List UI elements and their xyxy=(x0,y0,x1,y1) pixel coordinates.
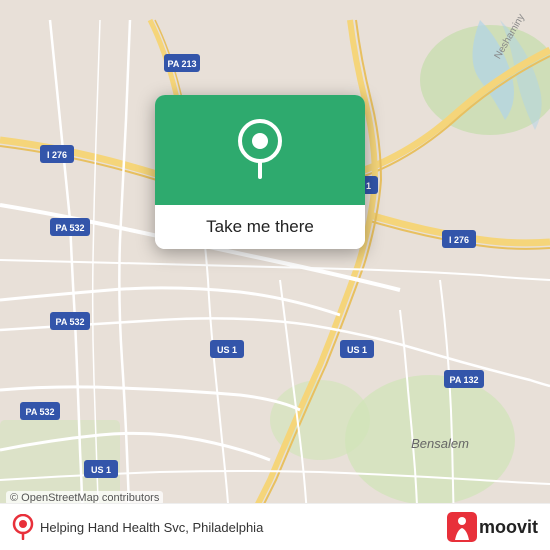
moovit-text: moovit xyxy=(479,517,538,538)
svg-text:I 276: I 276 xyxy=(47,150,67,160)
svg-text:PA 213: PA 213 xyxy=(167,59,196,69)
svg-text:PA 532: PA 532 xyxy=(55,223,84,233)
bottom-pin-icon xyxy=(12,514,34,540)
bottom-bar: Helping Hand Health Svc, Philadelphia mo… xyxy=(0,503,550,550)
svg-text:US 1: US 1 xyxy=(91,465,111,475)
location-name: Helping Hand Health Svc, Philadelphia xyxy=(40,520,263,535)
moovit-logo: moovit xyxy=(447,512,538,542)
svg-text:Bensalem: Bensalem xyxy=(411,436,469,451)
map-container: I 276 PA 213 PA 532 PA 532 PA 532 US 1 U… xyxy=(0,0,550,550)
popup-card: Take me there xyxy=(155,95,365,249)
map-background: I 276 PA 213 PA 532 PA 532 PA 532 US 1 U… xyxy=(0,0,550,550)
moovit-icon xyxy=(447,512,477,542)
svg-text:PA 532: PA 532 xyxy=(25,407,54,417)
svg-text:PA 532: PA 532 xyxy=(55,317,84,327)
popup-header xyxy=(155,95,365,205)
take-me-there-button[interactable]: Take me there xyxy=(155,205,365,249)
svg-text:US 1: US 1 xyxy=(217,345,237,355)
svg-text:PA 132: PA 132 xyxy=(449,375,478,385)
svg-text:I 276: I 276 xyxy=(449,235,469,245)
svg-text:US 1: US 1 xyxy=(347,345,367,355)
location-pin-icon xyxy=(233,119,287,181)
